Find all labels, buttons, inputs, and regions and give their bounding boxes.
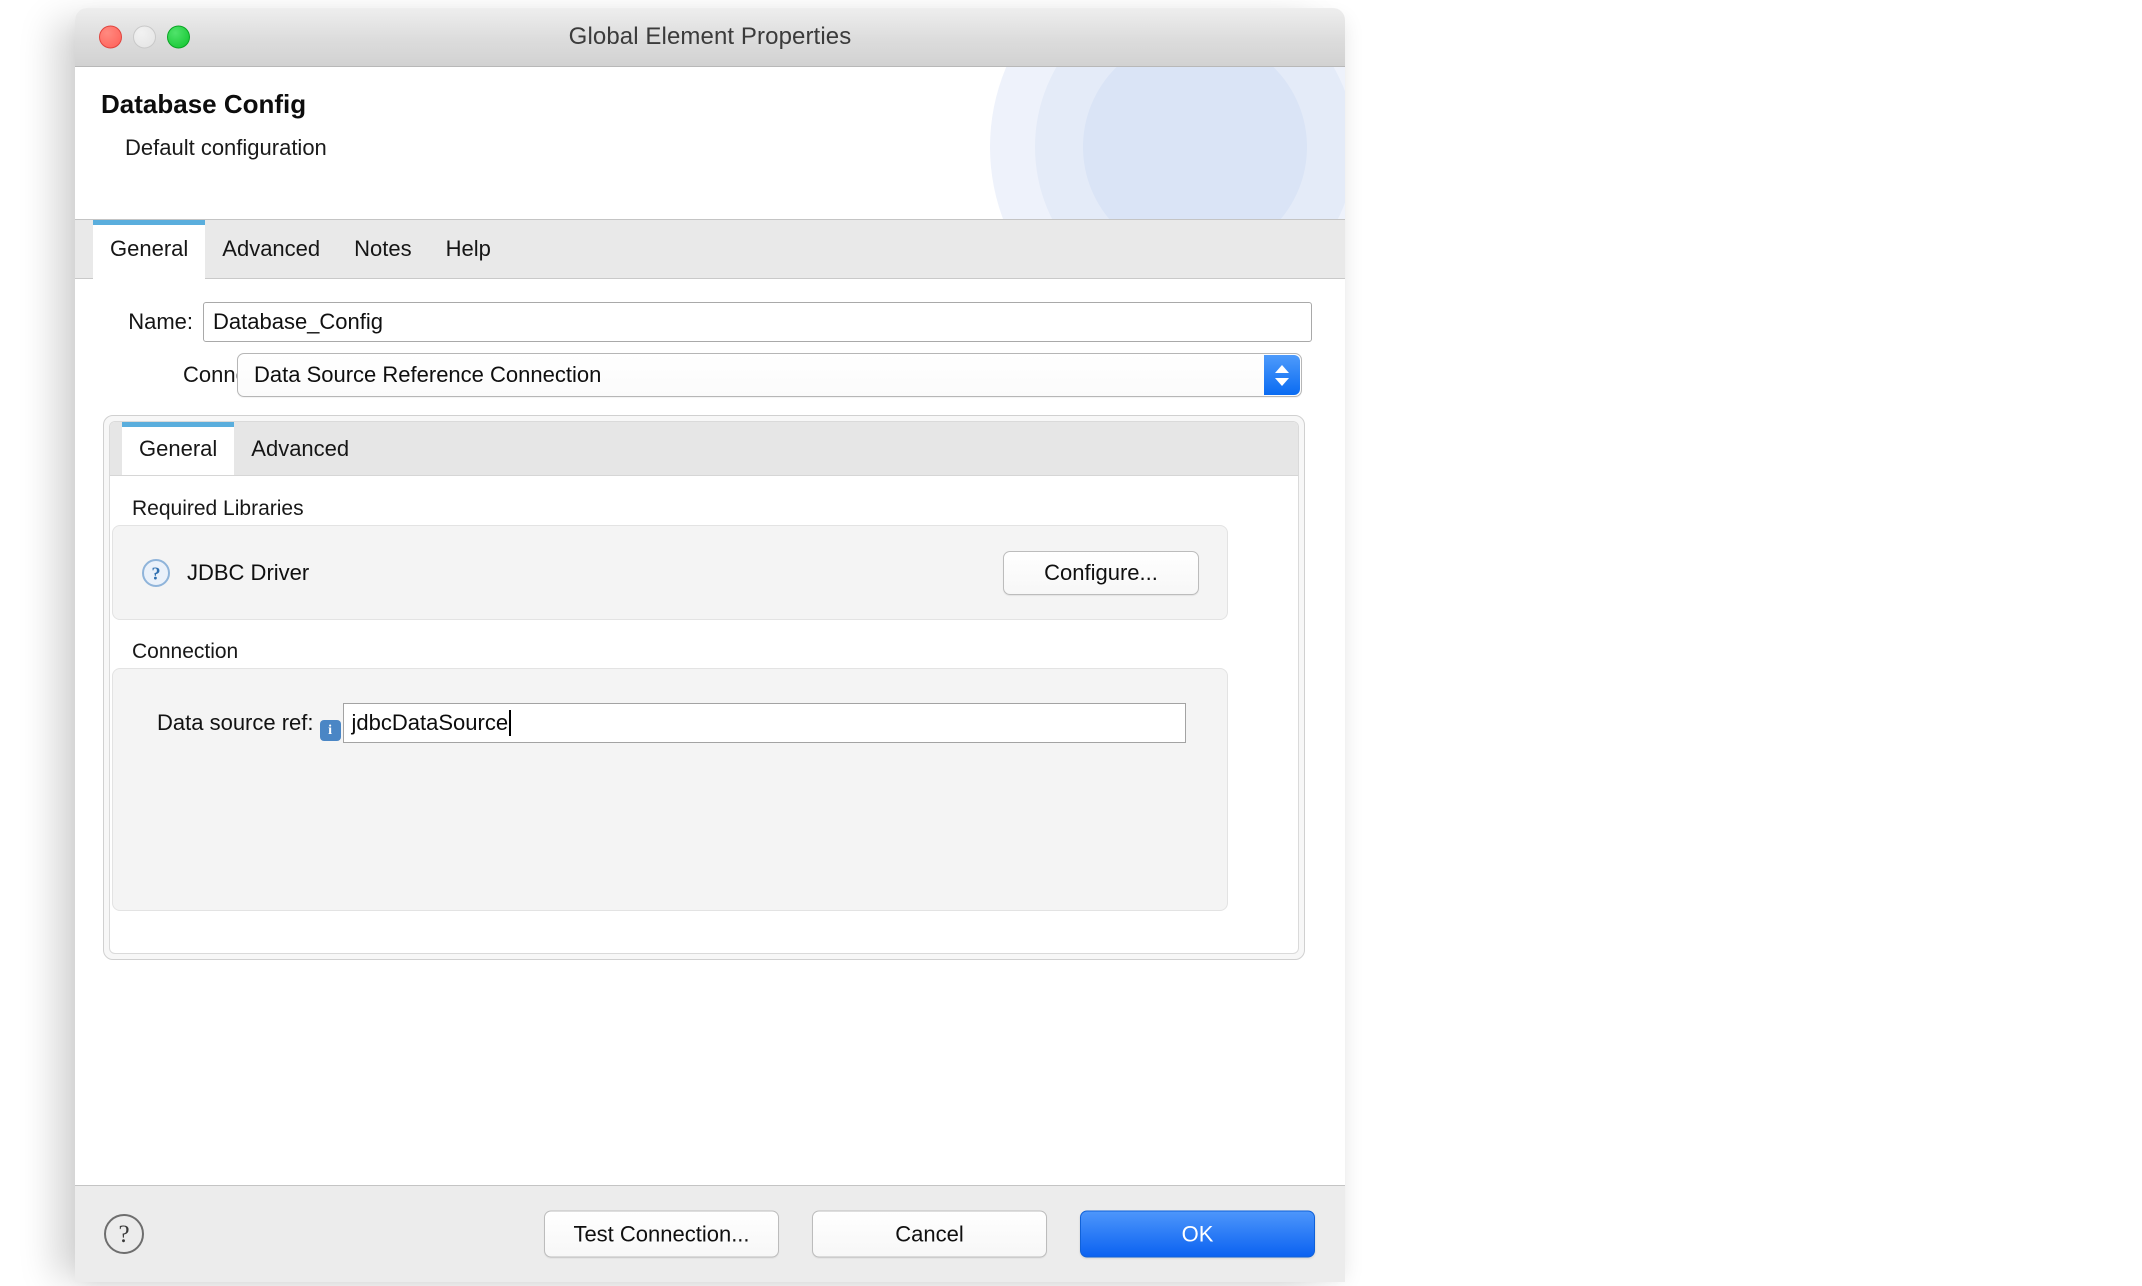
connection-config-panel: General Advanced Required Libraries ? JD… [103,415,1305,960]
page-subtitle: Default configuration [125,135,327,160]
configure-button[interactable]: Configure... [1003,550,1199,595]
test-connection-button[interactable]: Test Connection... [544,1210,779,1258]
tab-general-label: General [110,236,189,261]
tab-notes-label: Notes [354,236,412,261]
zoom-button[interactable] [167,25,190,49]
inner-tab-advanced[interactable]: Advanced [234,422,366,475]
required-libraries-title: Required Libraries [132,497,304,520]
tab-general[interactable]: General [93,220,206,278]
connection-label: Connection [75,362,294,388]
name-label: Name: [128,309,193,334]
data-source-ref-row: Data source ref: i jdbcDataSource [157,703,1186,743]
footer-button-group: Test Connection... Cancel OK [544,1210,1315,1258]
ok-button[interactable]: OK [1080,1210,1315,1258]
connection-stepper-button[interactable] [1264,355,1300,395]
tab-help-label: Help [445,236,491,261]
tab-help[interactable]: Help [429,220,508,278]
inner-tab-advanced-label: Advanced [251,435,350,461]
chevron-up-icon [1275,364,1289,373]
tab-notes[interactable]: Notes [337,220,428,278]
screen-root: Global Element Properties Database Confi… [0,0,2142,1286]
connection-config-panel-inner: General Advanced Required Libraries ? JD… [109,421,1299,954]
tab-advanced-label: Advanced [222,236,321,261]
global-element-properties-window: Global Element Properties Database Confi… [75,8,1345,1282]
header-decoration-arcs [990,67,1345,219]
tab-advanced[interactable]: Advanced [205,220,337,278]
inner-tab-general-label: General [139,435,218,461]
close-button[interactable] [99,25,122,49]
connection-select[interactable]: Data Source Reference Connection [237,353,1302,397]
data-source-ref-value: jdbcDataSource [351,710,509,735]
svg-text:?: ? [118,1221,129,1248]
page-title: Database Config [101,89,307,119]
required-libraries-group: ? JDBC Driver Configure... [112,525,1228,620]
inner-tab-general[interactable]: General [122,422,235,475]
chevron-down-icon [1275,377,1289,386]
data-source-ref-label: Data source ref: [157,710,314,735]
name-field-row: Name: [75,301,1345,343]
text-caret [509,710,512,736]
cancel-button[interactable]: Cancel [812,1210,1047,1258]
data-source-ref-input[interactable]: jdbcDataSource [342,703,1186,743]
main-tab-strip: General Advanced Notes Help [75,220,1345,279]
jdbc-driver-row: ? JDBC Driver [141,558,309,588]
info-icon[interactable]: i [319,720,341,741]
svg-text:?: ? [152,563,161,583]
window-titlebar: Global Element Properties [75,8,1345,67]
question-circle-icon: ? [142,558,170,587]
dialog-footer: ? Test Connection... Cancel OK [75,1186,1345,1282]
dialog-body: Name: Connection Data Source Reference C… [75,279,1345,1186]
dialog-header: Database Config Default configuration [75,67,1345,220]
window-traffic-lights [99,25,190,49]
connection-section-title: Connection [132,640,239,663]
help-button[interactable]: ? [103,1213,145,1255]
jdbc-driver-label: JDBC Driver [187,559,310,585]
name-input[interactable] [203,302,1312,342]
minimize-button[interactable] [133,25,156,49]
connection-selected-value: Data Source Reference Connection [254,362,602,387]
connection-tab-strip: General Advanced [110,422,1298,476]
connection-field-row: Connection Data Source Reference Connect… [75,351,1345,399]
connection-section-group: Data source ref: i jdbcDataSource [112,668,1228,911]
window-title: Global Element Properties [568,23,852,50]
